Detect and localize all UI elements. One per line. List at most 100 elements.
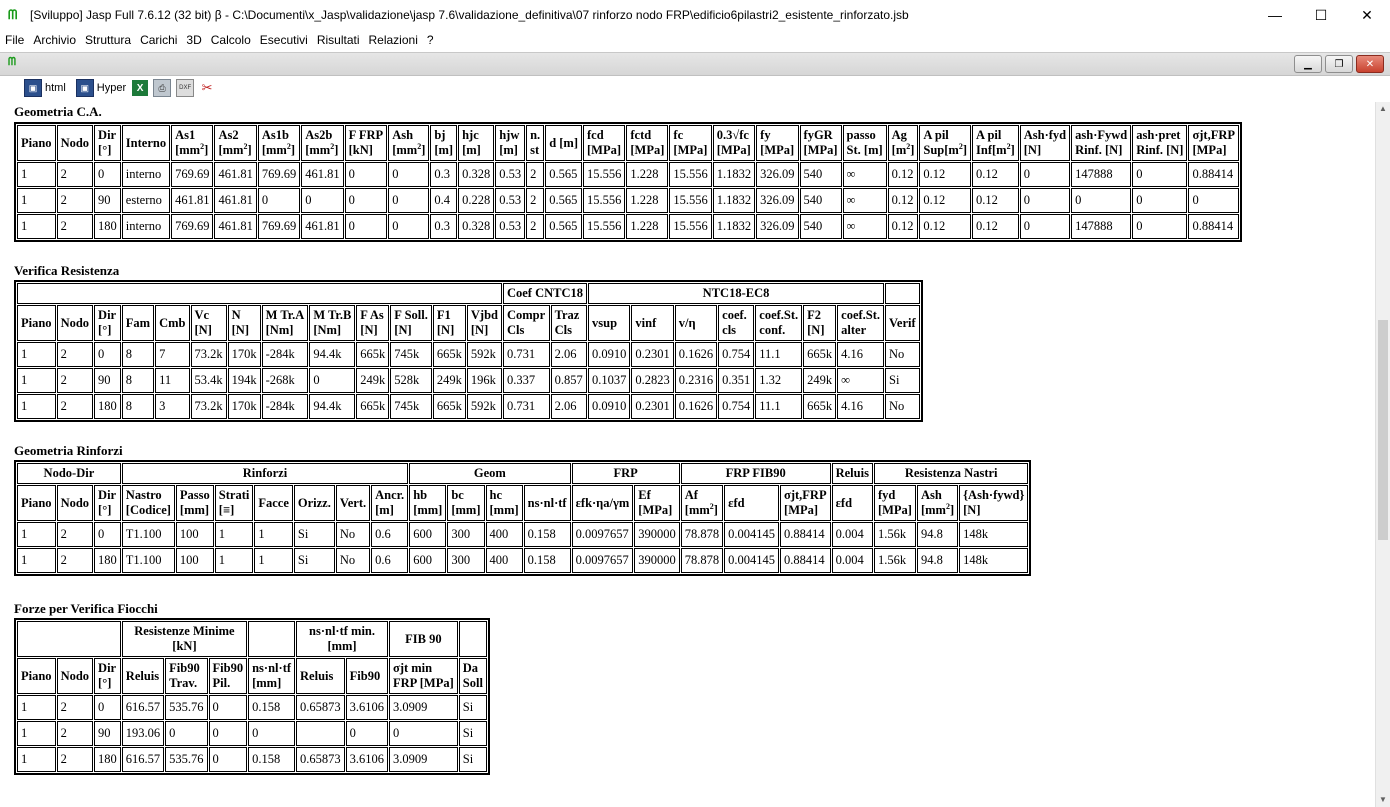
export-excel-button[interactable]: X [132, 80, 151, 96]
export-dxf-button[interactable]: DXF [176, 79, 197, 97]
header-line: [MPa] [673, 143, 708, 157]
scroll-up-arrow-icon[interactable]: ▲ [1376, 102, 1390, 116]
section-title-geometria-rinforzi: Geometria Rinforzi [14, 443, 123, 458]
header-line: Nodo [60, 668, 90, 683]
minimize-button[interactable]: — [1252, 0, 1298, 30]
mdi-minimize-button[interactable]: ▁ [1294, 55, 1322, 73]
group-header-row: Resistenze Minime [kN] ns·nl·tf min. [mm] … [17, 621, 487, 657]
table-cell: 2 [56, 342, 94, 367]
table-cell: 78.878 [680, 548, 724, 573]
column-header: Orizz. [293, 485, 335, 521]
maximize-button[interactable]: ☐ [1298, 0, 1344, 30]
vertical-scrollbar[interactable]: ▲ ▼ [1375, 102, 1390, 807]
header-line: passo [846, 128, 876, 142]
menu-carichi[interactable]: Carichi [135, 33, 181, 47]
column-header: As1b [mm2] [257, 125, 301, 161]
mdi-close-button[interactable]: ✕ [1356, 55, 1384, 73]
menu-help[interactable]: ? [422, 33, 438, 47]
table-cell: 616.57 [121, 747, 165, 772]
table-cell: 1 [17, 188, 56, 213]
table-cell: 53.4k [190, 368, 227, 393]
mdi-restore-button[interactable]: ❐ [1325, 55, 1353, 73]
header-line: M Tr.B [313, 308, 352, 322]
menu-struttura[interactable]: Struttura [80, 33, 135, 47]
header-line: v/η [678, 315, 696, 330]
table-cell: 2 [56, 162, 94, 187]
table-cell: No [335, 548, 371, 573]
tools-button[interactable]: ✂ [199, 80, 218, 96]
table-cell: 0 [388, 188, 430, 213]
column-header: A pil Sup[m2] [919, 125, 972, 161]
table-cell: 326.09 [756, 188, 799, 213]
header-line: Reluis [125, 668, 160, 683]
group-header-row: Nodo-Dir Rinforzi Geom FRP FRP FIB90 Rel… [17, 463, 1029, 484]
header-line: A pil [976, 128, 1002, 142]
scroll-down-arrow-icon[interactable]: ▼ [1376, 793, 1390, 807]
header-line: [mm2] [305, 141, 339, 157]
header-line: hc [489, 488, 503, 502]
header-line: Vc [194, 308, 210, 322]
column-header: F Soll. [N] [390, 305, 432, 341]
export-html-button[interactable]: ▣ html [24, 79, 66, 97]
header-line: [kN] [348, 143, 373, 157]
menu-esecutivi[interactable]: Esecutivi [255, 33, 312, 47]
column-header: Dir [°] [94, 658, 121, 694]
menu-calcolo[interactable]: Calcolo [206, 33, 255, 47]
app-logo-icon: ᗰ [8, 7, 18, 22]
table-cell: 78.878 [680, 522, 724, 547]
column-header: ns·nl·tf [523, 485, 571, 521]
header-line: Vert. [339, 495, 367, 510]
header-line: {Ash·fywd} [963, 488, 1025, 502]
table-cell: 0 [344, 162, 388, 187]
export-hyper-button[interactable]: ▣ Hyper [75, 79, 126, 97]
menu-relazioni[interactable]: Relazioni [364, 33, 422, 47]
table-cell: 1.228 [626, 162, 669, 187]
table-cell: 0.565 [545, 214, 583, 239]
table-cell: 0.857 [550, 368, 588, 393]
column-header: fyGR [MPa] [799, 125, 842, 161]
table-cell: 2 [56, 214, 94, 239]
table-cell: 0 [1019, 188, 1071, 213]
column-header: N [N] [227, 305, 261, 341]
column-header: Af [mm2] [680, 485, 724, 521]
menu-3d[interactable]: 3D [181, 33, 205, 47]
header-line: fyd [877, 488, 896, 502]
table-cell: 0.88414 [780, 522, 831, 547]
header-line: Reluis [300, 668, 334, 683]
header-line: [Nm] [313, 323, 342, 337]
group-header-frp-fib90: FRP FIB90 [680, 463, 831, 484]
group-header-unit: [mm] [327, 639, 357, 653]
column-header: M Tr.B [Nm] [309, 305, 356, 341]
column-header: fcd [MPa] [583, 125, 626, 161]
header-line: st [530, 143, 540, 157]
header-line: Ash [920, 488, 942, 502]
print-button[interactable]: ⎙ [153, 79, 174, 97]
table-cell: 665k [356, 394, 390, 419]
close-button[interactable]: ✕ [1344, 0, 1390, 30]
column-header: Nodo [56, 658, 94, 694]
header-line: [N] [394, 323, 412, 337]
header-line: [mm] [413, 503, 443, 517]
table-cell: 0.12 [919, 162, 972, 187]
table-cell: 94.4k [309, 394, 356, 419]
menu-risultati[interactable]: Risultati [312, 33, 364, 47]
menu-file[interactable]: File [0, 33, 28, 47]
header-line: bc [451, 488, 464, 502]
table-cell: 180 [94, 214, 121, 239]
header-line: [Codice] [125, 503, 171, 517]
column-header: coef. cls [718, 305, 755, 341]
table-cell: 535.76 [165, 747, 208, 772]
scrollbar-thumb[interactable] [1378, 320, 1388, 540]
header-line: [°] [98, 323, 112, 337]
header-line: Facce [258, 495, 289, 510]
table-cell: 0.0910 [588, 394, 631, 419]
column-header: Nodo [56, 485, 94, 521]
table-cell: 1.228 [626, 214, 669, 239]
column-header: F2 [N] [803, 305, 837, 341]
header-line: Cmb [159, 315, 186, 330]
header-line: [MPa] [630, 143, 665, 157]
header-line: Ash [392, 128, 414, 142]
column-header: ash·Fywd Rinf. [N] [1071, 125, 1132, 161]
menu-archivio[interactable]: Archivio [28, 33, 80, 47]
table-cell: 1 [254, 522, 293, 547]
